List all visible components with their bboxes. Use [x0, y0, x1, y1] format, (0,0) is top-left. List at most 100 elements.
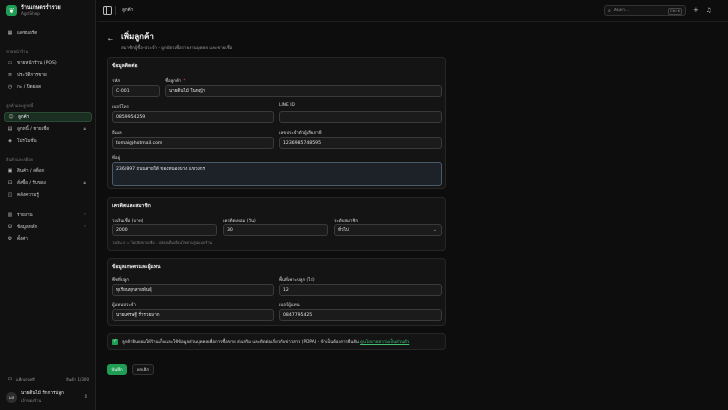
- sidebar-item-debtors[interactable]: ▤ ลูกหนี้ / ชายเชื่อ 🔒︎: [4, 124, 92, 134]
- contact-card: ข้อมูลติดต่อ รหัส C-001 ชื่อลูกค้า * นายด…: [107, 57, 446, 189]
- back-arrow-icon[interactable]: ←: [108, 36, 113, 43]
- name-field[interactable]: นายดินไม้ ในหญ้า: [165, 85, 442, 97]
- sidebar-item-label: สั่งซื้อ / รับของ: [17, 180, 46, 186]
- sidebar-item-label: สินค้า / สต็อก: [17, 168, 45, 174]
- tier-value: ทั่วไป: [338, 227, 349, 233]
- plus-icon[interactable]: +: [693, 6, 699, 15]
- credit-limit-field[interactable]: 2000: [112, 224, 217, 236]
- sidebar-item-label: โปรโมชั่น: [17, 138, 37, 144]
- address-textarea[interactable]: 236/897 ถนนสายใต้ ของหนองบาง แขวงกร: [112, 162, 442, 186]
- section-title: ข้อมูลติดต่อ: [112, 63, 138, 69]
- sidebar-item-settings[interactable]: ⚙ ตั้งค่า: [4, 234, 92, 244]
- sidebar-item-promotions[interactable]: ◈ โปรโมชั่น: [4, 136, 92, 146]
- sidebar-item-shifts[interactable]: ◷ กะ / ปิดยอด: [4, 82, 92, 92]
- crop-field[interactable]: ทุเรียนทุกสายพันธุ์: [112, 284, 274, 296]
- section-title: เครดิตและสมาชิก: [112, 203, 151, 209]
- credit-days-field[interactable]: 30: [223, 224, 328, 236]
- line-label: LINE ID: [279, 103, 295, 108]
- sidebar-item-pos[interactable]: ▭ ขายหน้าร้าน (POS): [4, 58, 92, 68]
- sidebar-item-label: ประวัติการขาย: [17, 72, 47, 78]
- search-icon: ⌕: [608, 7, 611, 14]
- package-value: สินค้า 1/300: [66, 376, 89, 382]
- sidebar-item-knowledge[interactable]: ◫ คลังความรู้: [4, 190, 92, 200]
- agent-phone-label: เบอร์ผู้แทน: [279, 303, 300, 308]
- list-icon: ≡: [7, 72, 13, 78]
- user-name: นายดินไม้ รักการปลูก: [21, 391, 64, 396]
- sidebar-item-label: ลูกหนี้ / ชายเชื่อ: [17, 126, 50, 132]
- sidebar-item-dashboard[interactable]: ▦ แดชบอร์ด: [4, 28, 92, 38]
- card-icon: ▭: [7, 376, 13, 382]
- user-icon: ☺: [8, 114, 14, 120]
- taxid-label: เลขประจำตัวผู้เสียภาษี: [279, 131, 322, 136]
- sidebar-toggle-icon[interactable]: [103, 6, 112, 15]
- sidebar-section-products: สินค้าและสต็อก: [6, 157, 34, 162]
- user-menu[interactable]: มส นายดินไม้ รักการปลูก เจ้าของร้าน ⇕: [4, 388, 92, 406]
- sidebar-item-master-data[interactable]: ⛁ ข้อมูลหลัก ›: [4, 222, 92, 232]
- privacy-policy-link[interactable]: ดูนโยบายความเป็นส่วนตัว: [360, 340, 409, 345]
- chevron-right-icon: ›: [84, 212, 86, 217]
- sidebar: ❦ ร้านเกษตรร่ำรวย AgriShop ▦ แดชบอร์ด ขา…: [0, 0, 96, 410]
- leaf-icon: ❦: [6, 5, 17, 16]
- credit-hint: วงเงิน 0 = ไม่เปิดขายเชื่อ - ปล่อยเต็มเง…: [112, 240, 213, 245]
- line-field[interactable]: [279, 111, 442, 123]
- bell-icon[interactable]: ♫: [706, 6, 711, 15]
- credit-days-label: เครดิตเทอม (วัน): [223, 219, 256, 224]
- sidebar-item-label: แดชบอร์ด: [17, 30, 38, 36]
- sidebar-item-label: กะ / ปิดยอด: [17, 84, 42, 90]
- sidebar-item-customers[interactable]: ☺ ลูกค้า: [4, 112, 92, 122]
- monitor-icon: ▭: [7, 60, 13, 66]
- divider: [115, 6, 116, 15]
- package-label: แพ็กเกจฟรี: [16, 376, 35, 382]
- sidebar-item-label: คลังความรู้: [17, 192, 39, 198]
- farm-card: ข้อมูลเกษตรและผู้แทน พืชที่ปลูก ทุเรียนท…: [107, 258, 446, 326]
- sidebar-item-sales-history[interactable]: ≡ ประวัติการขาย: [4, 70, 92, 80]
- agent-label: ผู้แทนประจำ: [112, 303, 136, 308]
- topbar: ลูกค้า ⌕ Ctrl K + ♫: [97, 0, 728, 22]
- phone-field[interactable]: 0859954259: [112, 111, 274, 123]
- user-role: เจ้าของร้าน: [21, 398, 42, 403]
- clock-icon: ◷: [7, 84, 13, 90]
- area-label: พื้นที่เพาะปลูก (ไร่): [279, 278, 315, 283]
- area-field[interactable]: 12: [279, 284, 442, 296]
- sidebar-item-purchase[interactable]: ⊡ สั่งซื้อ / รับของ 🔒︎: [4, 178, 92, 188]
- shortcut-badge: Ctrl K: [668, 8, 682, 15]
- brand[interactable]: ❦ ร้านเกษตรร่ำรวย AgriShop: [6, 5, 61, 16]
- taxid-field[interactable]: 1236985748595: [279, 137, 442, 149]
- tier-label: ระดับสมาชิก: [334, 219, 359, 224]
- consent-text-body: ลูกค้ายินยอมให้ร้านเก็บและใช้ข้อมูลส่วนบ…: [122, 340, 359, 345]
- email-field[interactable]: tomai@hotmail.com: [112, 137, 274, 149]
- box-icon: ▣: [7, 168, 13, 174]
- phone-label: เบอร์โทร: [112, 105, 129, 110]
- database-icon: ⛁: [7, 224, 13, 230]
- consent-checkbox[interactable]: ✓: [112, 338, 118, 345]
- chart-icon: ▥: [7, 212, 13, 218]
- sidebar-item-label: ขายหน้าร้าน (POS): [17, 60, 57, 66]
- credit-limit-label: วงเงินเชื่อ (บาท): [112, 219, 144, 224]
- agent-phone-field[interactable]: 0847795425: [279, 309, 442, 321]
- sidebar-item-reports[interactable]: ▥ รายงาน ›: [4, 210, 92, 220]
- breadcrumb: ลูกค้า: [122, 8, 134, 13]
- email-label: อีเมล: [112, 131, 122, 136]
- credit-card: เครดิตและสมาชิก วงเงินเชื่อ (บาท) 2000 เ…: [107, 197, 446, 251]
- grid-icon: ▦: [7, 30, 13, 36]
- agent-field[interactable]: นายเศรษฐี ร่ำรวยมาก: [112, 309, 274, 321]
- search-box[interactable]: ⌕ Ctrl K: [604, 5, 686, 16]
- search-input[interactable]: [613, 8, 664, 13]
- pdpa-consent: ✓ ลูกค้ายินยอมให้ร้านเก็บและใช้ข้อมูลส่ว…: [107, 333, 446, 350]
- crop-label: พืชที่ปลูก: [112, 278, 129, 283]
- chevron-right-icon: ›: [84, 224, 86, 229]
- page-subtitle: สมาชิกผู้ซื้อ-ประจำ - ผูกบัตรเพื่อรายงาน…: [121, 46, 233, 51]
- tag-icon: ◈: [8, 138, 12, 144]
- save-button[interactable]: บันทึก: [107, 364, 127, 375]
- package-info: ▭ แพ็กเกจฟรี สินค้า 1/300: [4, 374, 92, 384]
- book-icon: ◫: [7, 192, 13, 198]
- sidebar-section-pos: ขายหน้าร้าน: [6, 49, 29, 54]
- cart-icon: ⊡: [7, 180, 13, 186]
- sidebar-item-stock[interactable]: ▣ สินค้า / สต็อก: [4, 166, 92, 176]
- sidebar-item-label: ตั้งค่า: [17, 236, 28, 242]
- code-field[interactable]: C-001: [112, 85, 160, 97]
- section-title: ข้อมูลเกษตรและผู้แทน: [112, 264, 161, 270]
- sidebar-item-label: รายงาน: [17, 212, 33, 218]
- tier-select[interactable]: ทั่วไป ⌄: [334, 224, 442, 236]
- cancel-button[interactable]: ยกเลิก: [132, 364, 154, 375]
